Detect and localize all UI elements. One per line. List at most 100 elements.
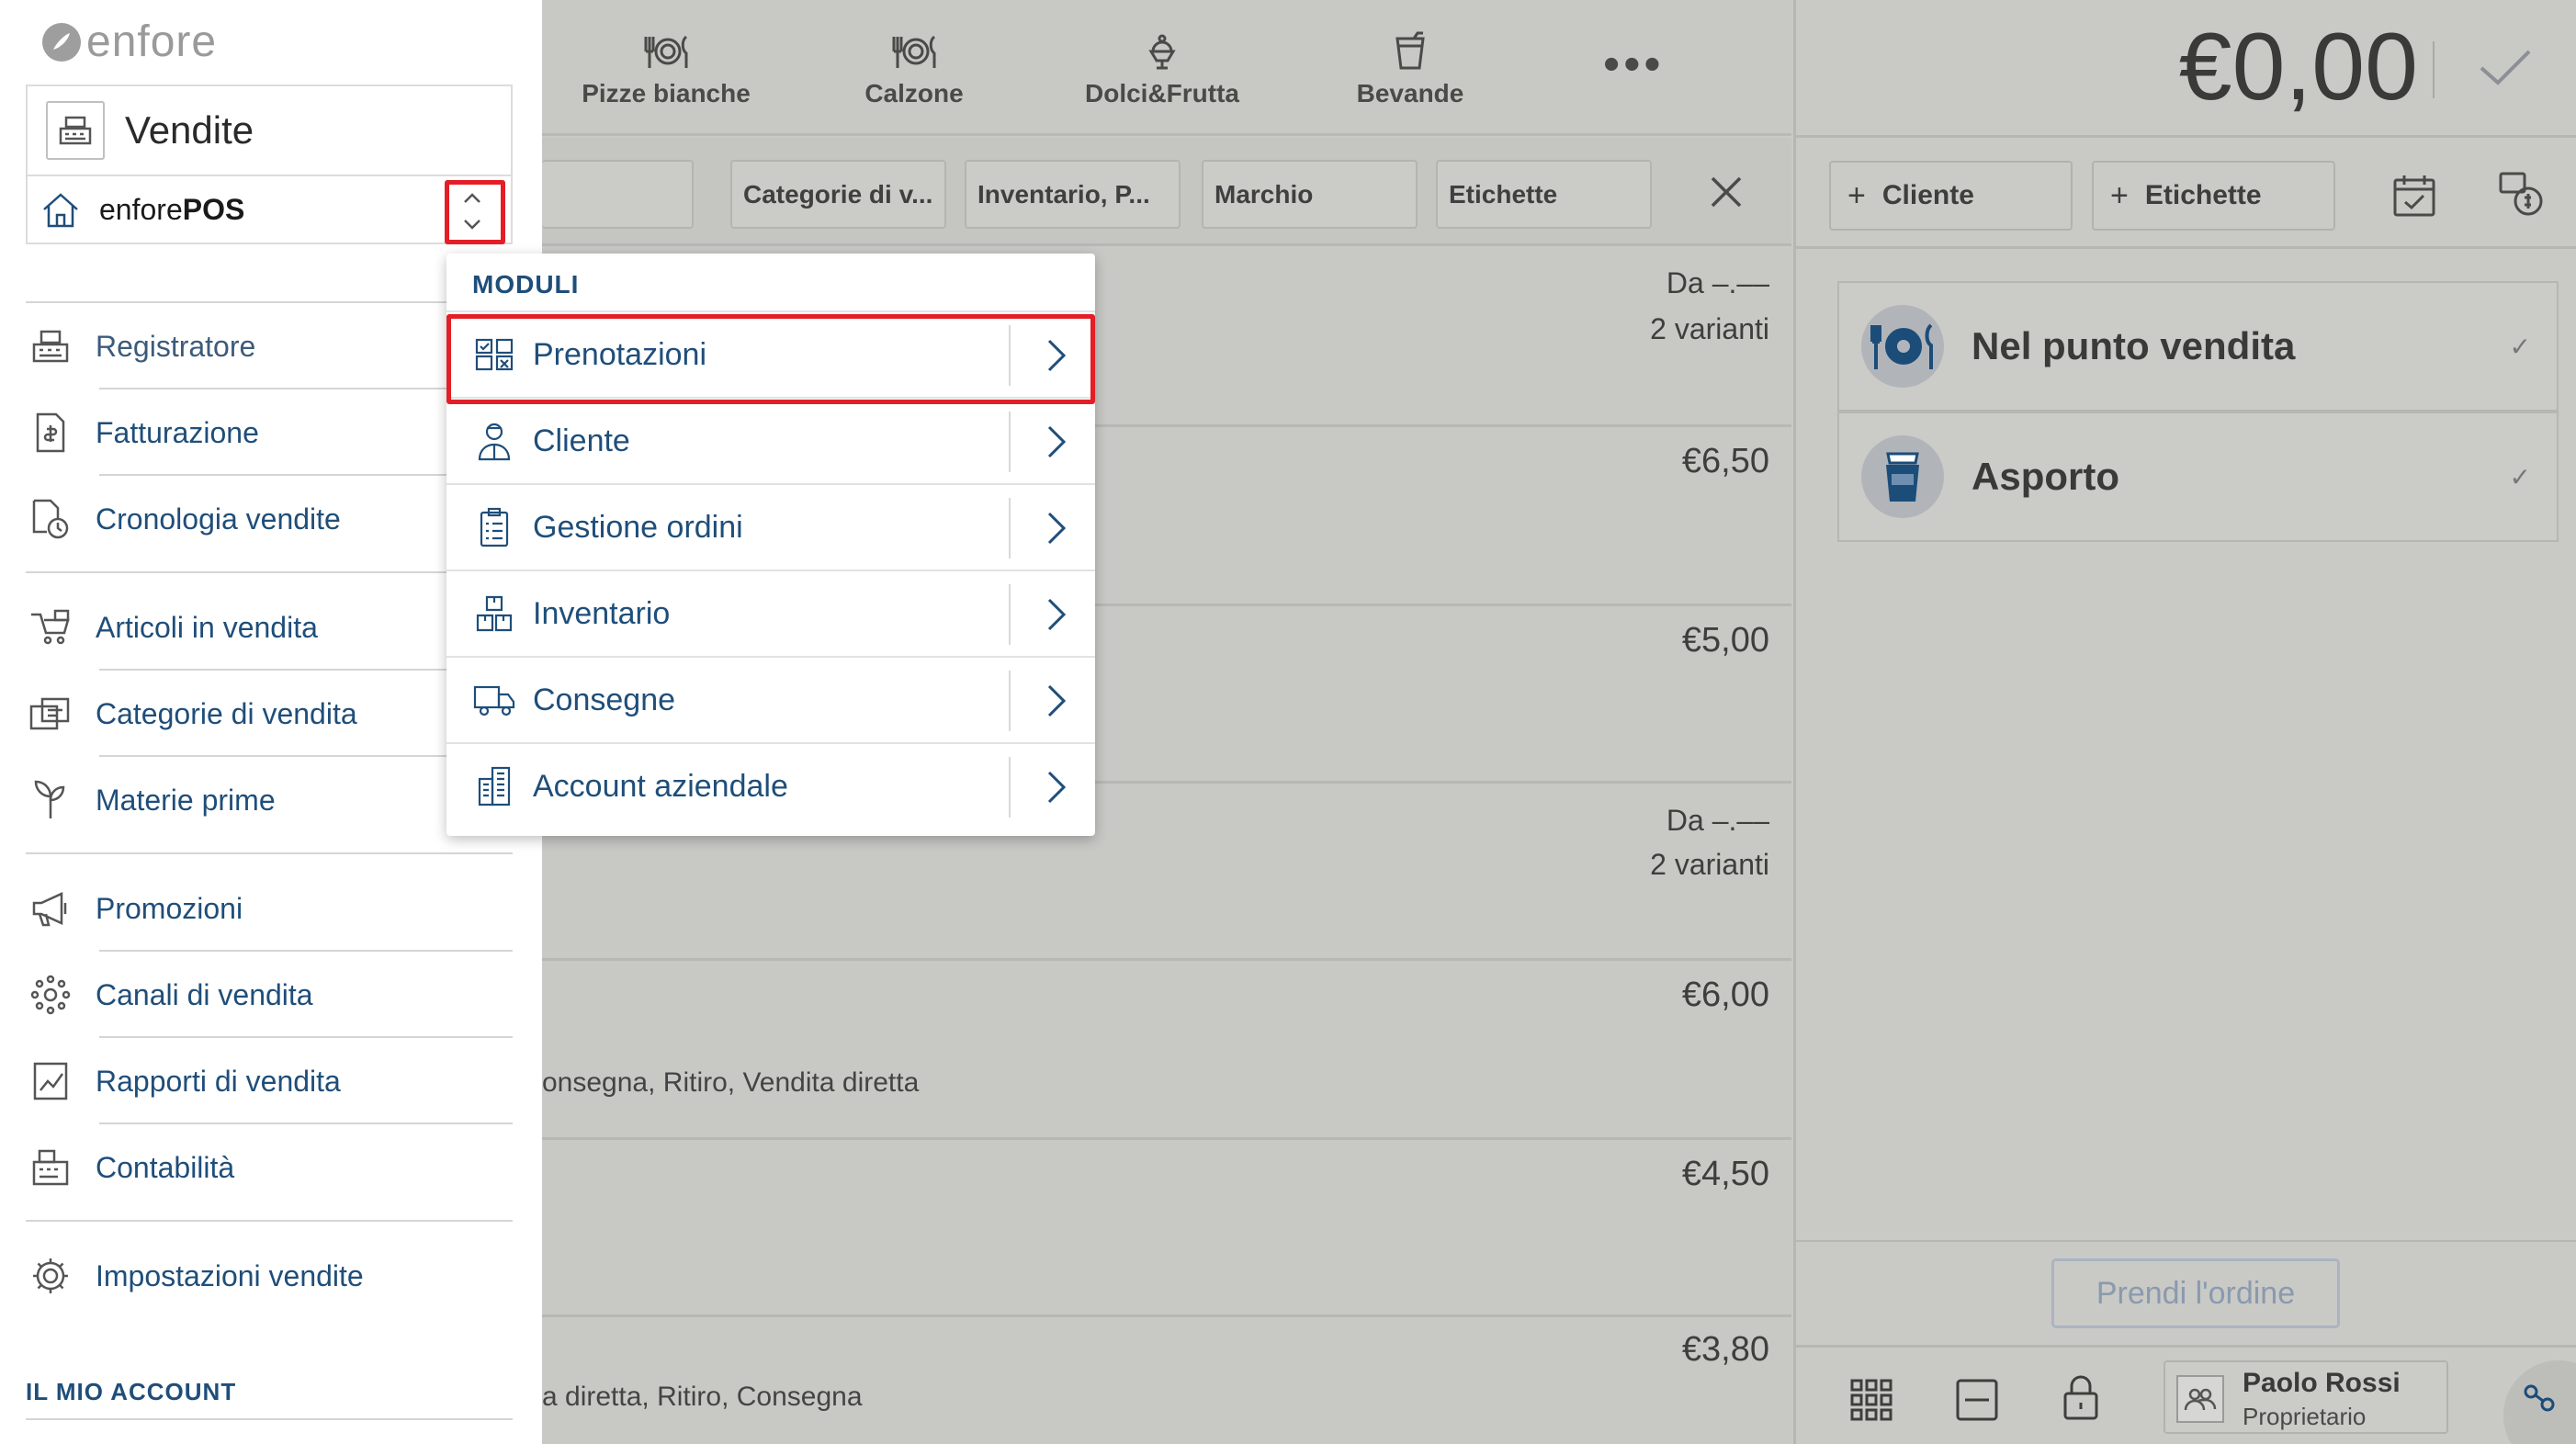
header-divider <box>2433 41 2435 98</box>
sidebar-item-articoli-in-vendita[interactable]: Articoli in vendita <box>26 584 513 671</box>
product-price: €3,80 <box>1681 1330 1769 1369</box>
order-type-label: Nel punto vendita <box>1972 324 2296 367</box>
product-price: €4,50 <box>1681 1155 1769 1193</box>
take-order-button[interactable]: Prendi l'ordine <box>2051 1258 2340 1328</box>
cart-header: €0,00 <box>1796 0 2576 138</box>
menu-item-account-aziendale[interactable]: Account aziendale <box>446 742 1095 829</box>
menu-item-label: Cliente <box>533 423 630 458</box>
plate-cutlery-icon <box>640 31 692 79</box>
business-building-icon <box>472 764 516 808</box>
sales-channels-icon <box>26 970 75 1020</box>
tab-dolci-frutta[interactable]: Dolci&Frutta <box>1038 0 1286 136</box>
add-customer-button[interactable]: + Cliente <box>1829 161 2073 231</box>
filter-label: Marchio <box>1215 179 1314 209</box>
filter-inventory[interactable]: Inventario, P... <box>965 160 1181 229</box>
highlight-store-switcher <box>445 180 505 244</box>
button-label: Cliente <box>1881 180 1974 210</box>
minimize-button[interactable] <box>1956 1379 1998 1421</box>
add-labels-button[interactable]: + Etichette <box>2092 161 2335 231</box>
link-dots-icon <box>2522 1382 2559 1419</box>
cash-register-icon <box>46 101 105 160</box>
store-selector[interactable]: enforePOS <box>26 176 513 244</box>
product-price: €5,00 <box>1681 621 1769 660</box>
button-label: Prendi l'ordine <box>2096 1275 2296 1311</box>
more-categories-button[interactable]: ••• <box>1603 40 1665 88</box>
user-name: Paolo Rossi <box>2243 1368 2401 1398</box>
sales-history-icon <box>26 494 75 544</box>
sidebar-item-contabilita[interactable]: Contabilità <box>26 1124 513 1211</box>
divider <box>1009 757 1011 818</box>
grid-icon <box>1850 1379 1892 1421</box>
filter-labels[interactable]: Etichette <box>1436 160 1652 229</box>
sidebar-item-categorie-di-vendita[interactable]: Categorie di vendita <box>26 671 513 757</box>
sidebar-item-rapporti-di-vendita[interactable]: Rapporti di vendita <box>26 1038 513 1124</box>
grid-view-button[interactable] <box>1850 1379 1892 1421</box>
exchange-button[interactable] <box>2498 171 2546 219</box>
filter-categories[interactable]: Categorie di v... <box>730 160 946 229</box>
filter-brand[interactable]: Marchio <box>1202 160 1418 229</box>
sidebar-item-materie-prime[interactable]: Materie prime <box>26 757 513 843</box>
divider <box>26 1220 513 1222</box>
filter-label: Etichette <box>1449 179 1558 209</box>
user-profile-button[interactable]: Paolo Rossi Proprietario <box>2164 1360 2448 1434</box>
sidebar-item-promozioni[interactable]: Promozioni <box>26 865 513 952</box>
tab-label: Dolci&Frutta <box>1085 79 1239 107</box>
nav-label: Fatturazione <box>96 415 259 449</box>
divider <box>26 1418 513 1420</box>
cart-footer: Paolo Rossi Proprietario <box>1796 1345 2576 1444</box>
cash-register-icon <box>26 322 75 371</box>
corner-menu-button[interactable] <box>2503 1360 2576 1444</box>
enfore-logo-icon <box>40 21 83 63</box>
product-row[interactable]: €6,00 onsegna, Ritiro, Vendita diretta <box>542 961 1791 1140</box>
chevron-right-icon[interactable] <box>1020 485 1093 571</box>
logo-text: enfore <box>86 17 218 66</box>
product-price: €6,50 <box>1681 442 1769 480</box>
chevron-right-icon[interactable] <box>1020 744 1093 830</box>
chevron-right-icon[interactable] <box>1020 571 1093 658</box>
divider <box>26 571 513 573</box>
tab-label: Pizze bianche <box>582 79 751 107</box>
products-icon <box>26 603 75 652</box>
tab-pizze-bianche[interactable]: Pizze bianche <box>542 0 790 136</box>
chevron-right-icon[interactable] <box>1020 399 1093 485</box>
menu-item-label: Consegne <box>533 682 676 717</box>
lock-button[interactable] <box>2062 1375 2099 1421</box>
sidebar-item-fatturazione[interactable]: Fatturazione <box>26 389 513 476</box>
clear-filters-button[interactable] <box>1709 175 1744 209</box>
sidebar-item-impostazioni-vendite[interactable]: Impostazioni vendite <box>26 1233 513 1319</box>
menu-item-inventario[interactable]: Inventario <box>446 570 1095 656</box>
order-type-takeaway[interactable]: Asporto ✓ <box>1837 412 2559 542</box>
takeaway-cup-icon <box>1861 435 1944 518</box>
button-label: Etichette <box>2144 180 2262 210</box>
nav-label: Rapporti di vendita <box>96 1064 341 1098</box>
order-type-label: Asporto <box>1972 455 2119 498</box>
search-field[interactable] <box>542 160 694 229</box>
menu-item-cliente[interactable]: Cliente <box>446 397 1095 483</box>
menu-item-consegne[interactable]: Consegne <box>446 656 1095 742</box>
minus-box-icon <box>1956 1379 1998 1421</box>
product-row[interactable]: €4,50 <box>542 1140 1791 1317</box>
confirm-button[interactable] <box>2478 46 2533 88</box>
order-type-dine-in[interactable]: Nel punto vendita ✓ <box>1837 281 2559 412</box>
sidebar-item-cronologia-vendite[interactable]: Cronologia vendite <box>26 476 513 562</box>
tab-calzone[interactable]: Calzone <box>790 0 1038 136</box>
chevron-right-icon[interactable] <box>1020 658 1093 744</box>
nav-label: Articoli in vendita <box>96 610 318 644</box>
tab-label: Calzone <box>864 79 964 107</box>
plate-cutlery-icon <box>888 31 940 79</box>
product-row[interactable]: €3,80 a diretta, Ritiro, Consegna <box>542 1317 1791 1444</box>
sidebar-item-canali-di-vendita[interactable]: Canali di vendita <box>26 952 513 1038</box>
menu-item-label: Inventario <box>533 595 671 631</box>
schedule-button[interactable] <box>2391 173 2437 219</box>
gear-icon <box>26 1251 75 1301</box>
store-name-prefix: enfore <box>99 192 183 226</box>
plus-icon: + <box>1847 177 1866 213</box>
nav-label: Promozioni <box>96 891 243 925</box>
sidebar-item-registratore[interactable]: Registratore <box>26 303 513 389</box>
tab-bevande[interactable]: Bevande <box>1286 0 1534 136</box>
close-icon <box>1709 175 1744 209</box>
menu-item-gestione-ordini[interactable]: Gestione ordini <box>446 483 1095 570</box>
divider <box>1009 412 1011 472</box>
menu-header: MODULI <box>472 270 580 299</box>
app-logo: enfore <box>40 17 217 67</box>
